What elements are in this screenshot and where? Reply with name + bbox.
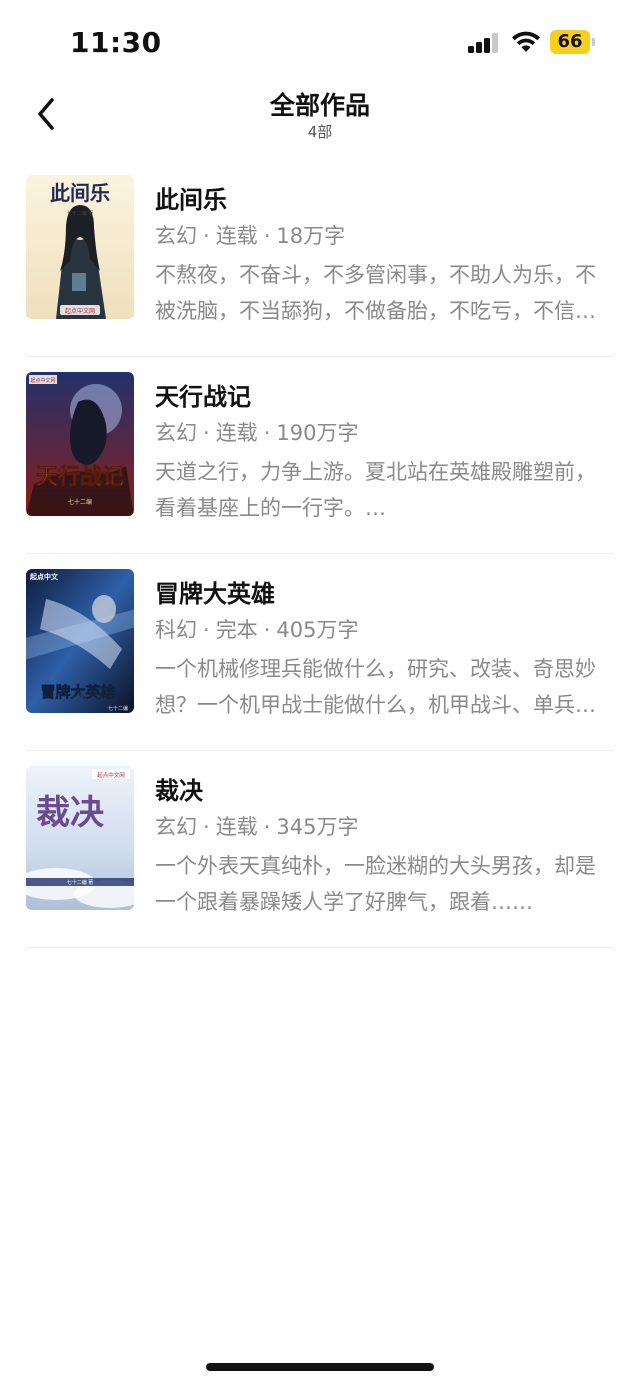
book-meta: 玄幻 · 连载 · 345万字 [155,815,359,839]
book-item-cai-jue[interactable]: 裁决 七十二编 著 起点中文网 裁决 玄幻 · 连载 · 345万字 一个外表天真纯朴，… [26,751,614,948]
cover-title-text: 冒牌大英雄 [40,683,115,701]
work-count: 4部 [307,123,333,141]
book-item-tian-xing-zhan-ji[interactable]: 天行战记 七十二编 起点中文网 天行战记 玄幻 · 连载 · 190万字 天道之行，力争… [26,357,614,554]
book-genre: 玄幻 [155,421,197,445]
book-status: 连载 [215,421,258,445]
book-word-count: 345万字 [276,815,359,839]
book-item-ci-jian-le[interactable]: 此间乐 七十二编 著 起点中文网 此间乐 玄幻 · 连载 · 18万字 不熬夜，不奋斗，… [26,160,614,357]
book-description: 一个机械修理兵能做什么，研究、改装、奇思妙想？一个机甲战士能做什么，机甲战斗、单… [155,657,596,717]
cover-title-text: 此间乐 [50,181,110,205]
cover-author-text: 七十二编 [68,498,92,506]
cover-brand-text: 起点中文网 [65,307,95,315]
book-meta: 科幻 · 完本 · 405万字 [155,618,359,642]
book-title: 此间乐 [155,186,227,214]
book-word-count: 190万字 [276,421,359,445]
book-description: 天道之行，力争上游。夏北站在英雄殿雕塑前，看着基座上的一行字。… [155,460,596,520]
wifi-icon [512,31,540,52]
book-cover-image: 天行战记 七十二编 起点中文网 [26,372,134,516]
book-description: 不熬夜，不奋斗，不多管闲事，不助人为乐，不被洗脑，不当舔狗，不做备胎，不吃亏，不… [155,263,596,323]
book-word-count: 18万字 [276,224,346,248]
book-meta: 玄幻 · 连载 · 190万字 [155,421,359,445]
book-description: 一个外表天真纯朴，一脸迷糊的大头男孩，却是一个跟着暴躁矮人学了好脾气，跟着…… [155,854,596,914]
book-list: 此间乐 七十二编 著 起点中文网 此间乐 玄幻 · 连载 · 18万字 不熬夜，不奋斗，… [26,160,614,948]
cover-author-text: 七十二编 著 [67,879,94,886]
book-genre: 玄幻 [155,815,197,839]
book-cover-image: 裁决 七十二编 著 起点中文网 [26,766,134,910]
cover-author-text: 七十二编 [108,705,128,712]
cover-title-text: 裁决 [36,793,104,833]
nav-header: 全部作品 4部 [0,80,640,150]
book-genre: 科幻 [155,618,197,642]
book-title: 冒牌大英雄 [155,580,275,608]
battery-icon: 66 [550,30,596,54]
status-bar: 11:30 66 [0,0,640,80]
book-status: 连载 [215,224,258,248]
book-genre: 玄幻 [155,224,197,248]
book-meta: 玄幻 · 连载 · 18万字 [155,224,346,248]
page-title: 全部作品 [269,91,370,120]
home-indicator[interactable] [206,1363,434,1371]
cover-brand-text: 起点中文网 [30,377,55,384]
cover-brand-text: 起点中文 [29,572,59,581]
book-cover-image: 此间乐 七十二编 著 起点中文网 [26,175,134,319]
book-status: 连载 [215,815,258,839]
book-title: 裁决 [155,777,203,805]
book-title: 天行战记 [155,383,251,411]
book-item-mao-pai-da-ying-xiong[interactable]: 起点中文 冒牌大英雄 七十二编 冒牌大英雄 科幻 · 完本 · 405万字 一个机械修理… [26,554,614,751]
cover-author-text: 七十二编 著 [67,210,94,217]
book-cover-image: 起点中文 冒牌大英雄 七十二编 [26,569,134,713]
cover-title-text: 天行战记 [36,464,124,490]
cover-brand-text: 起点中文网 [97,771,125,779]
cellular-signal-icon [468,33,500,53]
book-word-count: 405万字 [276,618,359,642]
status-time: 11:30 [70,26,162,59]
battery-level: 66 [557,31,583,52]
book-status: 完本 [215,618,258,642]
